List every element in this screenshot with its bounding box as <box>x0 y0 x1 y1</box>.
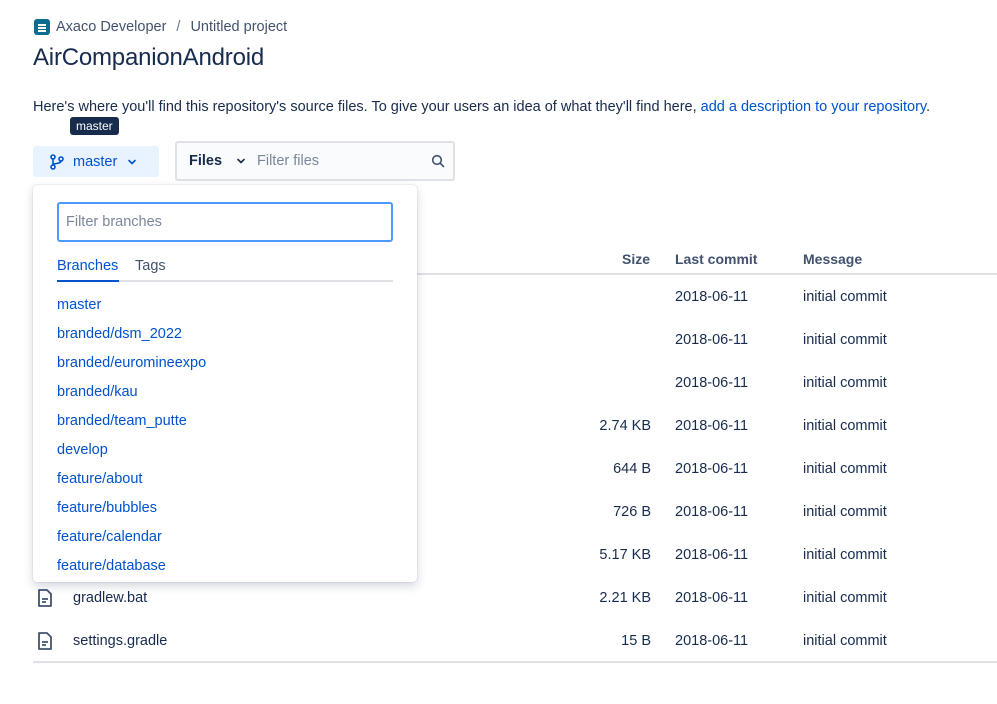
branch-item[interactable]: branded/euromineexpo <box>57 355 206 384</box>
commit-message[interactable]: initial commit <box>803 332 887 348</box>
column-header-last-commit: Last commit <box>675 251 758 267</box>
branch-item[interactable]: branded/team_putte <box>57 413 206 442</box>
file-size: 726 B <box>613 504 651 520</box>
branch-item[interactable]: feature/bubbles <box>57 500 206 529</box>
filter-files-input[interactable] <box>257 153 417 169</box>
commit-date: 2018-06-11 <box>675 461 749 477</box>
commit-date: 2018-06-11 <box>675 289 749 305</box>
files-mode-select[interactable]: Files <box>177 153 257 169</box>
table-row[interactable]: gradlew.bat 2.21 KB 2018-06-11 initial comm… <box>33 589 997 609</box>
branch-selector-label: master <box>73 153 118 170</box>
commit-date: 2018-06-11 <box>675 332 749 348</box>
project-logo-icon[interactable] <box>34 19 50 35</box>
file-size: 2.21 KB <box>599 590 651 606</box>
commit-message[interactable]: initial commit <box>803 418 887 434</box>
branch-list: master branded/dsm_2022 branded/euromine… <box>57 297 206 587</box>
breadcrumb-project[interactable]: Untitled project <box>190 19 287 35</box>
branch-selector-button[interactable]: master <box>33 146 159 177</box>
files-mode-label: Files <box>189 153 223 169</box>
chevron-down-icon <box>237 158 245 164</box>
table-bottom-divider <box>33 661 997 663</box>
file-size: 644 B <box>613 461 651 477</box>
file-name[interactable]: settings.gradle <box>73 633 167 649</box>
intro-body: Here's where you'll find this repository… <box>33 99 701 115</box>
active-tab-indicator <box>57 280 119 282</box>
filter-branches-input[interactable] <box>57 202 393 242</box>
chevron-down-icon <box>128 159 137 165</box>
commit-date: 2018-06-11 <box>675 590 749 606</box>
page-title: AirCompanionAndroid <box>33 44 264 71</box>
file-size: 5.17 KB <box>599 547 651 563</box>
tab-tags[interactable]: Tags <box>135 258 166 274</box>
intro-suffix: . <box>926 99 931 115</box>
search-icon <box>431 154 445 168</box>
file-size: 15 B <box>621 633 651 649</box>
column-header-message: Message <box>803 251 863 267</box>
commit-message[interactable]: initial commit <box>803 504 887 520</box>
tab-branches[interactable]: Branches <box>57 258 118 274</box>
table-row[interactable]: settings.gradle 15 B 2018-06-11 initial com… <box>33 632 997 652</box>
branch-item[interactable]: branded/dsm_2022 <box>57 326 206 355</box>
file-icon <box>38 589 52 607</box>
commit-message[interactable]: initial commit <box>803 590 887 606</box>
breadcrumb: Axaco Developer / Untitled project <box>34 19 287 35</box>
commit-message[interactable]: initial commit <box>803 289 887 305</box>
intro-text: Here's where you'll find this repository… <box>33 99 930 115</box>
file-name[interactable]: gradlew.bat <box>73 590 147 606</box>
commit-date: 2018-06-11 <box>675 418 749 434</box>
breadcrumb-org[interactable]: Axaco Developer <box>56 19 166 35</box>
column-header-size: Size <box>622 251 651 267</box>
commit-date: 2018-06-11 <box>675 504 749 520</box>
file-icon <box>38 632 52 650</box>
commit-message[interactable]: initial commit <box>803 375 887 391</box>
commit-date: 2018-06-11 <box>675 633 749 649</box>
commit-date: 2018-06-11 <box>675 375 749 391</box>
files-filter: Files <box>175 141 455 181</box>
branch-tabs: Branches Tags <box>57 257 393 282</box>
add-description-link[interactable]: add a description to your repository <box>701 99 926 115</box>
branch-tooltip: master <box>70 117 119 135</box>
branch-item[interactable]: feature/about <box>57 471 206 500</box>
commit-date: 2018-06-11 <box>675 547 749 563</box>
branch-dropdown: Branches Tags master branded/dsm_2022 br… <box>33 185 417 582</box>
commit-message[interactable]: initial commit <box>803 547 887 563</box>
branch-item[interactable]: feature/calendar <box>57 529 206 558</box>
breadcrumb-separator: / <box>176 19 181 35</box>
branch-item[interactable]: master <box>57 297 206 326</box>
branch-item[interactable]: feature/database <box>57 558 206 587</box>
file-size: 2.74 KB <box>599 418 651 434</box>
branch-item[interactable]: branded/kau <box>57 384 206 413</box>
commit-message[interactable]: initial commit <box>803 461 887 477</box>
branch-icon <box>50 153 64 170</box>
commit-message[interactable]: initial commit <box>803 633 887 649</box>
branch-item[interactable]: develop <box>57 442 206 471</box>
